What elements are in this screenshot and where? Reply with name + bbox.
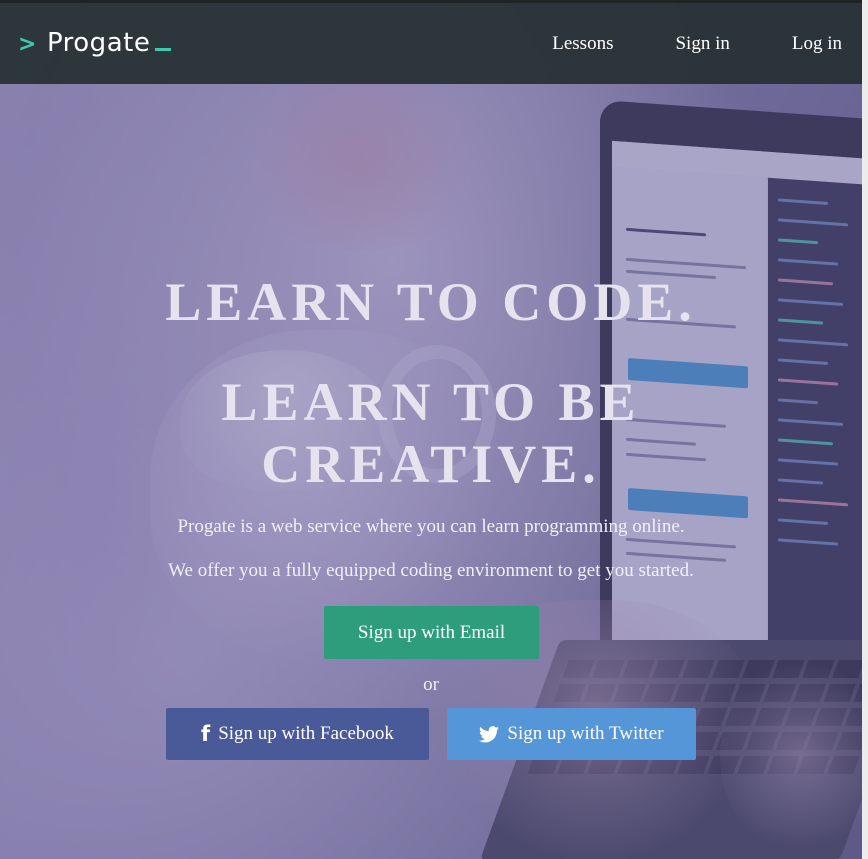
tagline-intro: Progate is a web service where you can l… [177,516,685,537]
signup-email-label: Sign up with Email [357,621,506,643]
chevron-right-icon: > [18,32,37,57]
or-separator: or [423,674,439,695]
cursor-underscore-icon [155,48,172,51]
page-gutter [862,0,868,859]
progate-logo[interactable]: > Progate [18,28,172,58]
hero-section: LEARN TO CODE. LEARN TO BE CREATIVE. Pro… [0,84,862,859]
headline-learn-to-code: LEARN TO CODE. [165,272,697,332]
headline-line: LEARN TO BE [221,372,641,432]
signup-facebook-label: Sign up with Facebook [218,723,394,744]
main-nav: Lessons Sign in Log in [552,33,842,55]
signup-email-button[interactable]: Sign up with Email [324,606,539,659]
facebook-icon: f [201,721,211,746]
signup-twitter-button[interactable]: Sign up with Twitter [447,708,696,760]
logo-text: Progate [46,28,151,58]
nav-sign-in-link[interactable]: Sign in [675,33,729,55]
signup-facebook-button[interactable]: f Sign up with Facebook [166,708,429,760]
nav-log-in-link[interactable]: Log in [792,33,842,55]
nav-lessons-link[interactable]: Lessons [552,33,613,55]
headline-line: CREATIVE. [261,434,601,494]
twitter-icon [479,725,500,743]
headline-learn-to-be-creative: LEARN TO BE CREATIVE. [0,371,862,495]
signup-twitter-label: Sign up with Twitter [507,723,664,744]
top-navbar: > Progate Lessons Sign in Log in [0,0,862,84]
tagline-environment: We offer you a fully equipped coding env… [168,560,694,581]
